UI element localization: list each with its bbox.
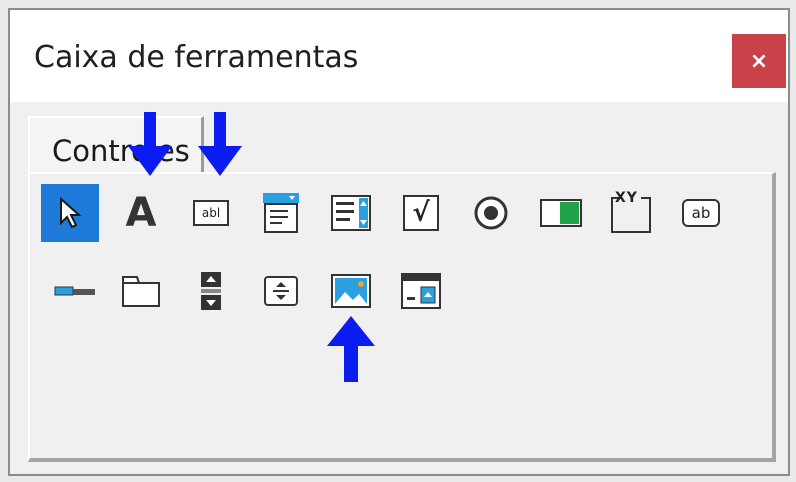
tool-combobox[interactable] <box>252 184 310 242</box>
tool-textbox[interactable]: abl <box>182 184 240 242</box>
refedit-icon <box>401 273 441 309</box>
textbox-icon: abl <box>193 200 229 226</box>
close-button[interactable]: × <box>732 34 786 88</box>
command-button-glyph: ab <box>691 204 711 222</box>
tool-frame[interactable]: XY <box>602 184 660 242</box>
tool-spinbutton[interactable] <box>252 262 310 320</box>
tab-controles[interactable]: Controles <box>28 116 204 180</box>
command-button-icon: ab <box>682 199 720 227</box>
pointer-icon <box>60 196 82 229</box>
window-title: Caixa de ferramentas <box>34 40 359 75</box>
label-icon: A <box>125 190 157 236</box>
arrow-up-icon <box>327 316 375 382</box>
tool-label[interactable]: A <box>112 184 170 242</box>
frame-glyph: XY <box>615 190 638 206</box>
toolbox-window: Caixa de ferramentas × Controles A abl √… <box>8 8 790 476</box>
checkbox-icon: √ <box>403 195 439 231</box>
tool-checkbox[interactable]: √ <box>392 184 450 242</box>
textbox-glyph: abl <box>201 206 221 220</box>
image-icon <box>331 274 371 308</box>
tool-toggle-button[interactable] <box>532 184 590 242</box>
tabstrip-icon <box>54 286 95 296</box>
option-button-icon <box>474 196 508 230</box>
tool-option-button[interactable] <box>462 184 520 242</box>
tool-multipage[interactable] <box>112 262 170 320</box>
multipage-icon <box>122 276 160 307</box>
checkmark-glyph: √ <box>412 198 430 228</box>
scrollbar-icon <box>201 272 221 310</box>
tool-select-objects[interactable] <box>41 184 99 242</box>
spinbutton-icon <box>264 276 298 306</box>
listbox-icon <box>331 195 371 231</box>
tool-command-button[interactable]: ab <box>672 184 730 242</box>
arrow-down-icon <box>128 112 172 176</box>
tool-refedit[interactable] <box>392 262 450 320</box>
combobox-icon <box>263 193 299 233</box>
title-bar: Caixa de ferramentas × <box>10 10 788 102</box>
tool-listbox[interactable] <box>322 184 380 242</box>
toggle-button-icon <box>540 199 582 227</box>
arrow-down-icon <box>198 112 242 176</box>
tool-image[interactable] <box>322 262 380 320</box>
tool-tabstrip[interactable] <box>46 262 104 320</box>
tool-scrollbar[interactable] <box>182 262 240 320</box>
